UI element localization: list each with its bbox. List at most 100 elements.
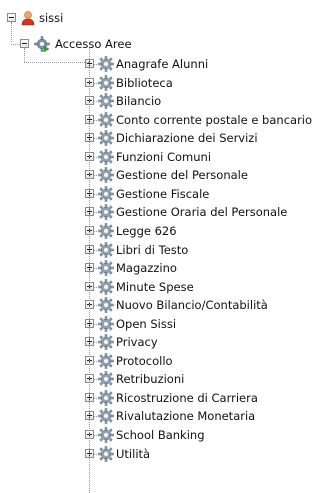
tree-item[interactable]: Minute Spese [0,278,324,296]
tree-connector [94,416,99,417]
tree-connector [94,83,99,84]
tree-item[interactable]: Biblioteca [0,74,324,92]
tree-item-label: Rivalutazione Monetaria [116,409,256,423]
gear-icon [98,427,114,443]
gear-icon [98,260,114,276]
gear-icon [98,279,114,295]
gear-icon [34,36,50,53]
tree-connector [94,305,99,306]
gear-icon [98,223,114,239]
gear-icon [98,371,114,387]
tree-item-label: Utilità [116,447,151,461]
tree-item[interactable]: Funzioni Comuni [0,148,324,166]
tree-item[interactable]: Retribuzioni [0,370,324,388]
gear-icon [98,316,114,332]
tree-item-label: Legge 626 [116,224,177,238]
collapse-toggle[interactable] [7,13,16,22]
tree-item[interactable]: Gestione Fiscale [0,185,324,203]
tree-item[interactable]: Magazzino [0,259,324,277]
tree-connector [94,120,99,121]
gear-icon [98,353,114,369]
tree-item[interactable]: Gestione del Personale [0,166,324,184]
tree-connector [94,342,99,343]
tree-view: sissi Accesso Aree Anagrafe Alunni Biblio… [0,0,324,493]
tree-item[interactable]: School Banking [0,426,324,444]
tree-item-label: Biblioteca [116,76,173,90]
tree-item-label: Retribuzioni [116,372,185,386]
tree-item-label: Protocollo [116,354,173,368]
tree-item-label: Open Sissi [116,317,177,331]
tree-item-label: Bilancio [116,94,162,108]
gear-icon [98,167,114,183]
tree-connector [94,212,99,213]
gear-icon [98,56,114,72]
tree-connector [11,44,20,45]
gear-icon [98,75,114,91]
tree-connector [11,22,12,42]
tree-item[interactable]: Dichiarazione dei Servizi [0,129,324,147]
tree-item-label: Nuovo Bilancio/Contabilità [116,298,268,312]
gear-icon [98,204,114,220]
tree-connector [94,435,99,436]
gear-icon [98,112,114,128]
tree-item[interactable]: Gestione Oraria del Personale [0,203,324,221]
tree-connector [94,194,99,195]
gear-icon [98,130,114,146]
tree-item[interactable]: Protocollo [0,352,324,370]
tree-item-label: Privacy [116,335,158,349]
tree-item[interactable]: Privacy [0,333,324,351]
tree-item-label: Gestione del Personale [116,168,248,182]
tree-item[interactable]: Nuovo Bilancio/Contabilità [0,296,324,314]
tree-item[interactable]: Anagrafe Alunni [0,55,324,73]
tree-connector [94,157,99,158]
tree-item-label: Conto corrente postale e bancario [116,113,313,127]
tree-item-label: Libri di Testo [116,243,189,257]
tree-connector [94,454,99,455]
tree-node-label: sissi [39,11,64,25]
tree-item[interactable]: Rivalutazione Monetaria [0,407,324,425]
tree-item[interactable]: Bilancio [0,92,324,110]
user-icon [20,10,36,26]
tree-connector [94,250,99,251]
tree-item-label: Minute Spese [116,280,194,294]
tree-connector [94,398,99,399]
gear-icon [98,93,114,109]
tree-item[interactable]: Utilità [0,445,324,463]
gear-icon [98,446,114,462]
tree-item[interactable]: Conto corrente postale e bancario [0,111,324,129]
tree-item-label: Ricostruzione di Carriera [116,391,258,405]
tree-connector [94,268,99,269]
tree-connector [94,101,99,102]
tree-item-label: Funzioni Comuni [116,150,212,164]
gear-icon [98,334,114,350]
tree-connector [94,361,99,362]
gear-icon [98,408,114,424]
tree-connector [94,287,99,288]
tree-item-label: Anagrafe Alunni [116,57,209,71]
tree-item-label: Gestione Oraria del Personale [116,205,288,219]
tree-item-label: Dichiarazione dei Servizi [116,131,258,145]
gear-icon [98,390,114,406]
tree-connector [94,231,99,232]
tree-node-root[interactable]: sissi [0,9,324,27]
tree-item[interactable]: Ricostruzione di Carriera [0,389,324,407]
tree-item-label: Magazzino [116,261,177,275]
tree-item[interactable]: Legge 626 [0,222,324,240]
tree-item[interactable]: Open Sissi [0,315,324,333]
gear-icon [98,149,114,165]
tree-connector [94,175,99,176]
tree-connector [94,379,99,380]
tree-item-label: Gestione Fiscale [116,187,210,201]
tree-node-label: Accesso Aree [55,37,132,51]
tree-connector [94,324,99,325]
tree-connector [24,62,89,63]
gear-icon [98,297,114,313]
tree-node-accesso-aree[interactable]: Accesso Aree [0,35,324,53]
collapse-toggle[interactable] [20,39,29,48]
tree-connector [24,48,25,62]
tree-connector [94,64,99,65]
tree-connector [89,48,90,493]
tree-item-label: School Banking [116,428,205,442]
gear-icon [98,186,114,202]
tree-item[interactable]: Libri di Testo [0,241,324,259]
